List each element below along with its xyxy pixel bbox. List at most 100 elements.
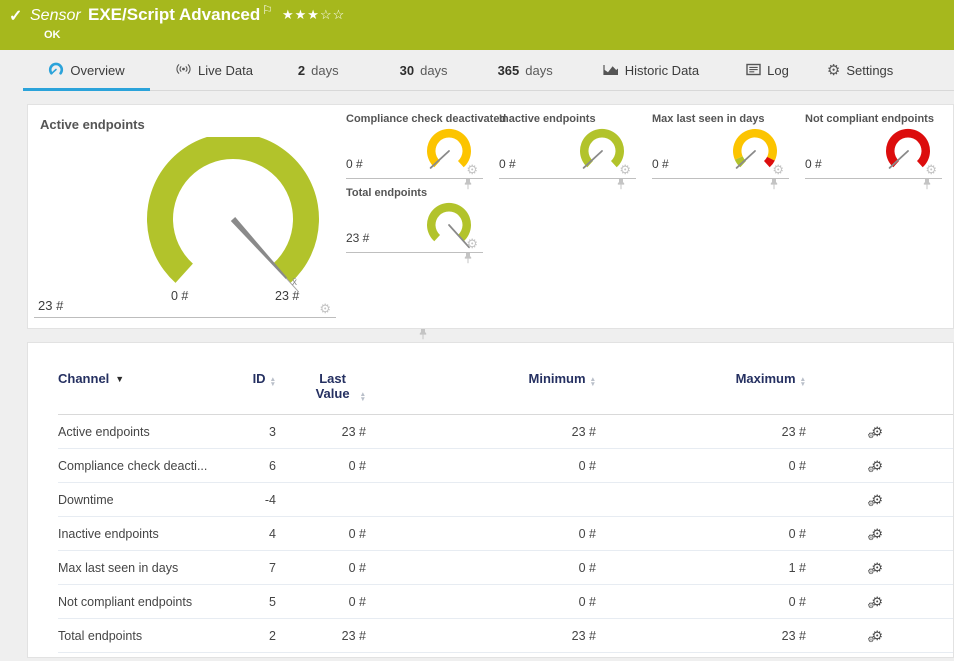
- edit-channel-settings-icon[interactable]: ⚙⚙: [871, 425, 883, 438]
- gear-icon[interactable]: ⚙: [319, 302, 331, 315]
- status-badge: OK: [44, 29, 61, 41]
- gauge-title: Compliance check deactivated: [346, 113, 506, 125]
- table-row: Total endpoints223 #23 #23 #⚙⚙: [58, 619, 953, 653]
- gear-icon[interactable]: ⚙: [619, 163, 631, 176]
- minimum-value: 23 #: [366, 629, 596, 643]
- maximum-value: 23 #: [596, 629, 806, 643]
- channel-table-panel: Channel▼ ID▲▼ Last Value▲▼ Minimum▲▼ Max…: [27, 342, 954, 658]
- last-value: 0 #: [276, 595, 366, 609]
- tab-30-days[interactable]: 30days: [400, 50, 448, 91]
- gauge-tile-total-endpoints[interactable]: Total endpoints23 #⚙: [346, 185, 483, 253]
- priority-stars[interactable]: ★★★☆☆: [282, 7, 345, 23]
- tab-365-days[interactable]: 365days: [498, 50, 553, 91]
- small-gauges-grid: Compliance check deactivated0 #⚙Inactive…: [346, 111, 946, 322]
- gear-icon[interactable]: ⚙: [466, 163, 478, 176]
- actions-cell: ⚙⚙: [806, 561, 891, 575]
- broadcast-icon: [175, 62, 192, 79]
- column-header-maximum[interactable]: Maximum▲▼: [596, 371, 806, 387]
- gauge-current-value: 23 #: [38, 298, 63, 313]
- gauge-tile-compliance-check-deactivated[interactable]: Compliance check deactivated0 #⚙: [346, 111, 483, 179]
- gauge-current-value: 0 #: [499, 157, 516, 171]
- column-header-last-value[interactable]: Last Value▲▼: [276, 371, 366, 402]
- tile-icons: ⚙: [772, 163, 787, 176]
- tab-label: days: [311, 63, 338, 78]
- edit-channel-settings-icon[interactable]: ⚙⚙: [871, 595, 883, 608]
- tab-label: days: [420, 63, 447, 78]
- gauge-tile-inactive-endpoints[interactable]: Inactive endpoints 0 # ⚙: [499, 111, 636, 179]
- edit-channel-settings-icon[interactable]: ⚙⚙: [871, 527, 883, 540]
- column-header-id[interactable]: ID▲▼: [241, 371, 276, 387]
- gauge-tile-active-endpoints[interactable]: Active endpoints 0 # 23 # x̄ 23 # ⚙: [34, 111, 336, 318]
- channel-id: 7: [241, 561, 276, 575]
- log-icon: [746, 63, 761, 79]
- actions-cell: ⚙⚙: [806, 425, 891, 439]
- gear-icon: ⚙: [827, 63, 840, 78]
- broadcast-icon: [175, 62, 192, 76]
- tile-icons: ⚙: [925, 163, 940, 176]
- gauge-icon: [48, 62, 64, 79]
- channel-name: Active endpoints: [58, 425, 241, 439]
- gear-icon[interactable]: ⚙: [466, 237, 478, 250]
- tab-label: Live Data: [198, 63, 253, 78]
- tab-label: Log: [767, 63, 789, 78]
- edit-channel-settings-icon[interactable]: ⚙⚙: [871, 459, 883, 472]
- actions-cell: ⚙⚙: [806, 595, 891, 609]
- channel-id: 2: [241, 629, 276, 643]
- last-value: 0 #: [276, 459, 366, 473]
- object-kind-label: Sensor: [30, 7, 81, 25]
- tab-label: days: [525, 63, 552, 78]
- maximum-value: 0 #: [596, 459, 806, 473]
- maximum-value: 23 #: [596, 425, 806, 439]
- gauge-current-value: 23 #: [346, 231, 369, 245]
- stars-empty: ☆☆: [320, 7, 345, 22]
- actions-cell: ⚙⚙: [806, 527, 891, 541]
- column-header-channel[interactable]: Channel▼: [58, 371, 241, 386]
- edit-channel-settings-icon[interactable]: ⚙⚙: [871, 561, 883, 574]
- gauge-title: Inactive endpoints: [499, 113, 596, 125]
- gear-icon: ⚙: [827, 62, 840, 79]
- sensor-status-header: ✓ Sensor EXE/Script Advanced ⚐ ★★★☆☆ OK: [0, 0, 954, 50]
- sensor-title: EXE/Script Advanced: [88, 5, 260, 25]
- gauge-tile-max-last-seen-in-days[interactable]: Max last seen in days0 #⚙: [652, 111, 789, 179]
- gauge-tile-not-compliant-endpoints[interactable]: Not compliant endpoints0 #⚙: [805, 111, 942, 179]
- minimum-value: 0 #: [366, 459, 596, 473]
- last-value: 0 #: [276, 561, 366, 575]
- channel-name: Downtime: [58, 493, 241, 507]
- table-row: Downtime-4⚙⚙: [58, 483, 953, 517]
- gear-icon[interactable]: ⚙: [925, 163, 937, 176]
- edit-channel-settings-icon[interactable]: ⚙⚙: [871, 629, 883, 642]
- area-chart-icon: [603, 63, 619, 76]
- tile-icons: ⚙: [619, 163, 634, 176]
- chart-icon: [603, 63, 619, 79]
- gauge-chart: [133, 137, 343, 309]
- table-row: Active endpoints323 #23 #23 #⚙⚙: [58, 415, 953, 449]
- tab-label: Historic Data: [625, 63, 699, 78]
- minimum-value: 0 #: [366, 561, 596, 575]
- tab-settings[interactable]: ⚙ Settings: [827, 50, 893, 91]
- tab-historic-data[interactable]: Historic Data: [603, 50, 699, 91]
- tile-icons: ⚙: [466, 163, 481, 176]
- gauge-title: Not compliant endpoints: [805, 113, 934, 125]
- gauge-current-value: 0 #: [346, 157, 363, 171]
- tab-bar: Overview Live Data 2days 30days 365days Histo…: [23, 50, 954, 91]
- channel-name: Compliance check deacti...: [58, 459, 241, 473]
- tab-label: Settings: [846, 63, 893, 78]
- gauge-title: Active endpoints: [40, 117, 145, 132]
- gear-icon[interactable]: ⚙: [772, 163, 784, 176]
- last-value: 0 #: [276, 527, 366, 541]
- gauge-min-label: 0 #: [171, 289, 188, 303]
- tab-live-data[interactable]: Live Data: [175, 50, 253, 91]
- table-header-row: Channel▼ ID▲▼ Last Value▲▼ Minimum▲▼ Max…: [58, 371, 953, 415]
- maximum-value: 0 #: [596, 527, 806, 541]
- flag-icon[interactable]: ⚐: [262, 3, 273, 17]
- edit-channel-settings-icon[interactable]: ⚙⚙: [871, 493, 883, 506]
- tab-overview[interactable]: Overview: [23, 50, 150, 91]
- ok-check-icon: ✓: [9, 6, 22, 26]
- stars-filled: ★★★: [282, 7, 320, 22]
- tab-2-days[interactable]: 2days: [298, 50, 339, 91]
- tab-log[interactable]: Log: [746, 50, 789, 91]
- gauges-panel: Active endpoints 0 # 23 # x̄ 23 # ⚙ Comp…: [27, 104, 954, 329]
- channel-name: Not compliant endpoints: [58, 595, 241, 609]
- column-header-minimum[interactable]: Minimum▲▼: [366, 371, 596, 387]
- last-value: 23 #: [276, 629, 366, 643]
